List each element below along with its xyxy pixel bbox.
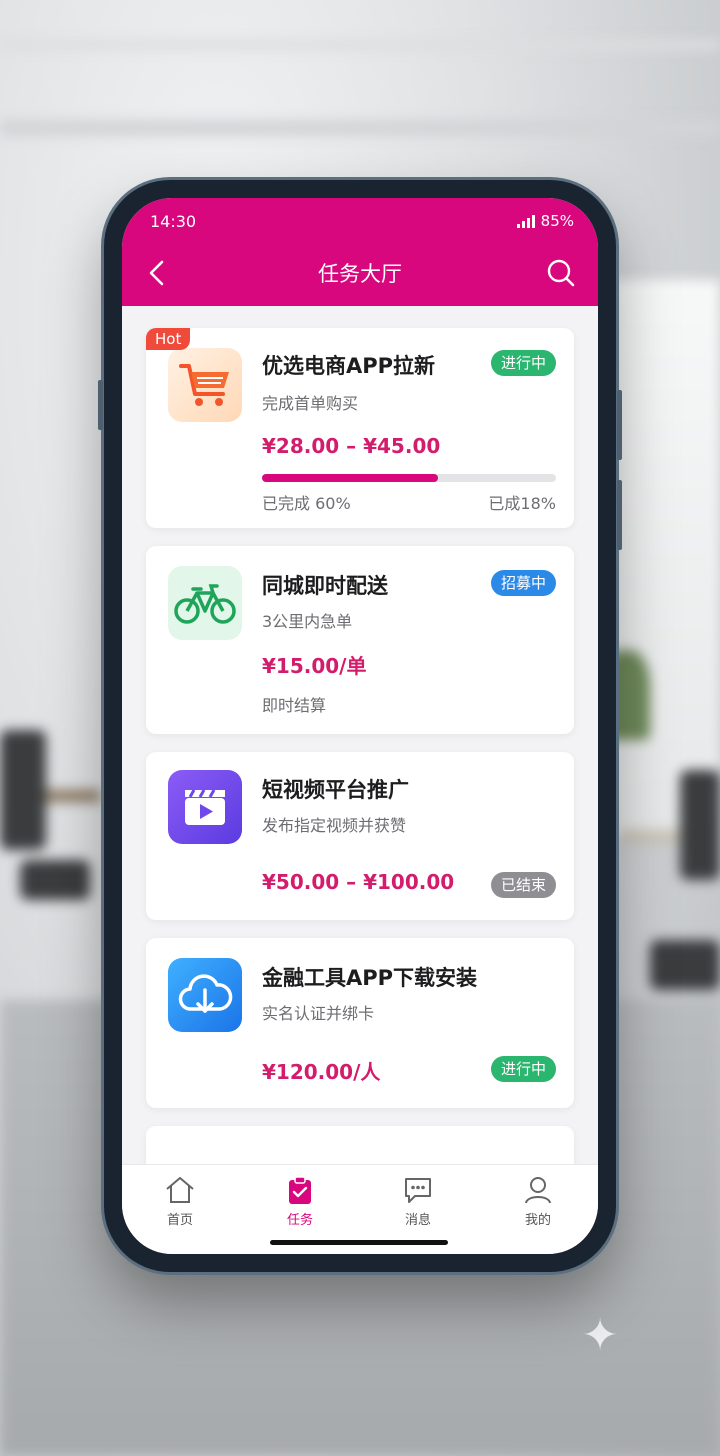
status-time: 14:30 [150, 212, 197, 231]
progress-fill [262, 474, 439, 482]
tab-label: 首页 [166, 1213, 193, 1228]
tab-label: 消息 [404, 1213, 431, 1228]
chat-bubble-icon [378, 1175, 458, 1205]
task-title: 优选电商APP拉新 [262, 354, 436, 378]
video-clapper-icon [168, 770, 242, 844]
status-indicators: 85% [516, 212, 574, 230]
task-subtitle: 发布指定视频并获赞 [262, 816, 407, 835]
bicycle-icon [168, 566, 242, 640]
task-card[interactable]: Hot 优选电商APP拉新 进行中 完成首单购买 ¥28.00 – ¥45.00… [146, 328, 574, 528]
battery-level: 85% [540, 212, 574, 230]
app-screen: 14:30 85% 任务大厅 Hot 优选电商APP拉新 进行中 完成首单购买 … [122, 198, 598, 1254]
task-card[interactable]: 同城即时配送 招募中 3公里内急单 ¥15.00/单 即时结算 [146, 546, 574, 734]
task-card[interactable]: 金融工具APP下载安装 实名认证并绑卡 ¥120.00/人 进行中 [146, 938, 574, 1108]
task-price: ¥120.00/人 [262, 1060, 381, 1084]
task-title: 同城即时配送 [262, 574, 388, 598]
task-title: 金融工具APP下载安装 [262, 966, 478, 990]
tab-profile[interactable]: 我的 [498, 1175, 578, 1228]
tab-label: 任务 [286, 1213, 313, 1228]
settlement-note: 即时结算 [262, 696, 327, 715]
cloud-download-icon [168, 958, 242, 1032]
task-subtitle: 实名认证并绑卡 [262, 1004, 375, 1023]
status-badge: 进行中 [490, 350, 556, 376]
clipboard-check-icon [260, 1175, 340, 1205]
task-price: ¥50.00 – ¥100.00 [262, 870, 455, 894]
task-title: 短视频平台推广 [262, 778, 409, 802]
status-badge: 招募中 [490, 570, 556, 596]
tab-label: 我的 [524, 1213, 551, 1228]
task-price: ¥28.00 – ¥45.00 [262, 434, 441, 458]
tab-tasks[interactable]: 任务 [260, 1175, 340, 1228]
status-badge: 进行中 [490, 1056, 556, 1082]
tab-home[interactable]: 首页 [140, 1175, 220, 1228]
hot-badge: Hot [146, 328, 191, 350]
progress-right-label: 已成18% [488, 494, 556, 513]
tab-messages[interactable]: 消息 [378, 1175, 458, 1228]
phone-frame: 14:30 85% 任务大厅 Hot 优选电商APP拉新 进行中 完成首单购买 … [98, 180, 622, 1272]
sparkle-icon: ✦ [581, 1310, 619, 1361]
home-icon [140, 1175, 220, 1205]
task-card[interactable]: 短视频平台推广 发布指定视频并获赞 ¥50.00 – ¥100.00 已结束 [146, 752, 574, 920]
home-indicator[interactable] [270, 1240, 448, 1245]
signal-icon [516, 214, 535, 228]
search-icon[interactable] [546, 258, 576, 288]
task-price: ¥15.00/单 [262, 654, 367, 678]
progress-label: 已完成 60% [262, 494, 351, 513]
shopping-cart-icon [168, 348, 242, 422]
app-header: 14:30 85% 任务大厅 [122, 198, 598, 306]
task-subtitle: 完成首单购买 [262, 394, 359, 413]
page-title: 任务大厅 [318, 262, 402, 286]
task-subtitle: 3公里内急单 [262, 612, 353, 631]
status-badge: 已结束 [490, 872, 556, 898]
progress-bar [262, 474, 556, 482]
user-icon [498, 1175, 578, 1205]
